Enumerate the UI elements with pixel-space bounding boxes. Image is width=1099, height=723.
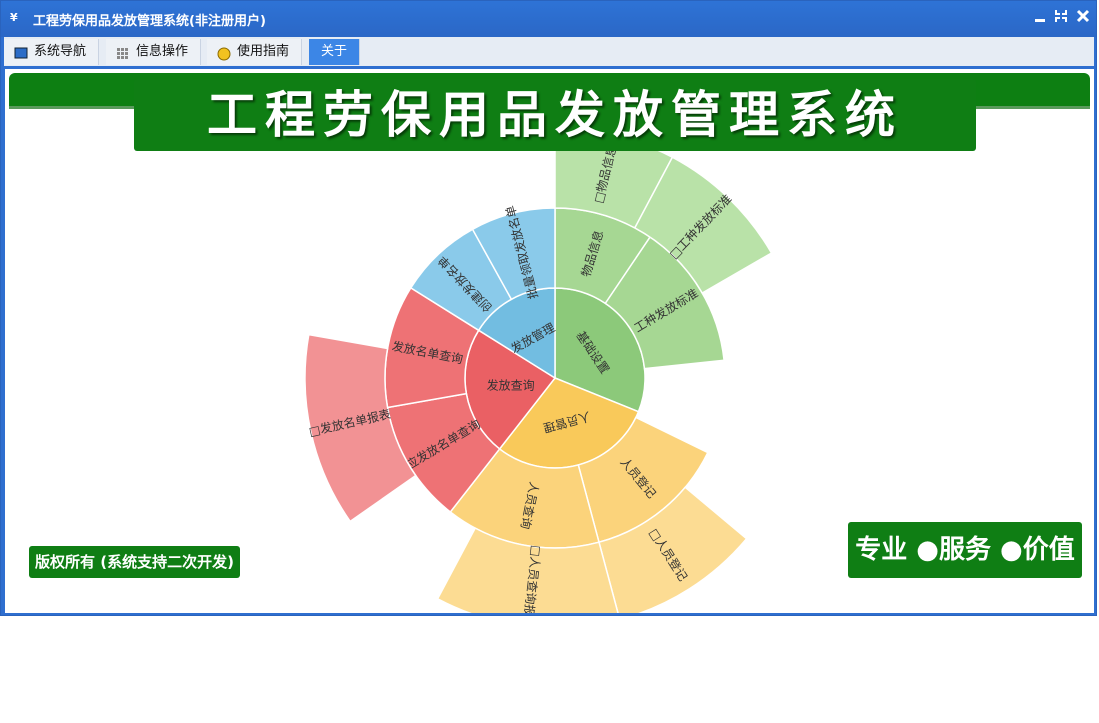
title-bar[interactable]: ¥ 工程劳保用品发放管理系统(非注册用户): [1, 1, 1096, 37]
slogan-badge: 专业 ●服务 ●价值: [848, 522, 1082, 578]
inner-2-label: 发放查询: [487, 377, 535, 392]
app-logo-icon: ¥: [10, 11, 18, 24]
restore-icon[interactable]: [1052, 9, 1070, 27]
menu-label: 系统导航: [34, 44, 87, 59]
copyright-label: 版权所有 (系统支持二次开发): [29, 546, 240, 578]
bulb-icon: [217, 45, 231, 61]
close-icon[interactable]: [1074, 9, 1092, 27]
menu-about[interactable]: 关于: [309, 39, 361, 65]
banner-title: 工程劳保用品发放管理系统: [134, 79, 976, 151]
menu-system-nav[interactable]: 系统导航: [4, 39, 100, 65]
menu-user-guide[interactable]: 使用指南: [207, 39, 303, 65]
menu-bar: 系统导航 信息操作 使用指南 关于: [4, 37, 1094, 69]
grid-icon: [116, 45, 130, 59]
app-window: ¥ 工程劳保用品发放管理系统(非注册用户) 系统导航 信息操作 使用指南 关于 …: [0, 0, 1097, 616]
menu-info-ops[interactable]: 信息操作: [106, 39, 202, 65]
menu-label: 使用指南: [237, 44, 290, 59]
monitor-icon: [14, 45, 28, 59]
window-title: 工程劳保用品发放管理系统(非注册用户): [33, 14, 266, 29]
menu-label: 关于: [321, 44, 348, 59]
minimize-icon[interactable]: [1031, 9, 1049, 27]
main-content: 基础设置 人员管理 发放查询 发放管理 物品信息 工种发放标准 人员登记 人员查询 应发放名单查…: [5, 69, 1094, 613]
menu-label: 信息操作: [136, 44, 189, 59]
